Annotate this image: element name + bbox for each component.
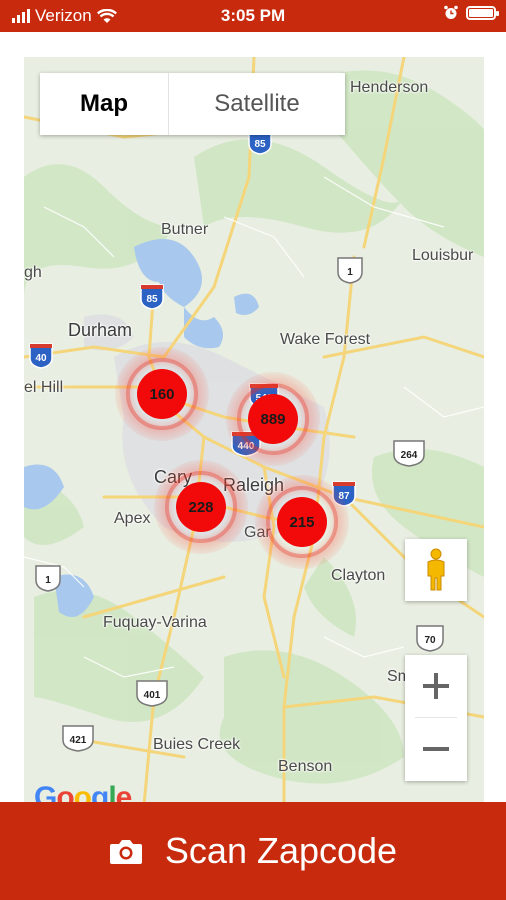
svg-text:40: 40 xyxy=(35,353,47,364)
place-chapel-hill: el Hill xyxy=(24,379,64,396)
place-benson: Benson xyxy=(278,758,333,775)
scan-zapcode-label: Scan Zapcode xyxy=(164,830,398,871)
alarm-icon xyxy=(444,5,458,19)
zoom-out-button[interactable] xyxy=(405,718,467,780)
minus-icon xyxy=(423,747,449,751)
cluster-889[interactable]: 889 xyxy=(226,372,320,466)
camera-icon xyxy=(109,840,142,864)
cluster-count: 228 xyxy=(176,482,226,532)
svg-text:264: 264 xyxy=(401,450,418,461)
us-264-shield: 264 xyxy=(393,440,425,467)
cluster-count: 215 xyxy=(277,497,327,547)
svg-text:1: 1 xyxy=(45,575,51,586)
place-clayton: Clayton xyxy=(331,567,386,584)
interstate-85-shield-2: 85 xyxy=(140,284,164,310)
status-time: 3:05 PM xyxy=(220,6,286,25)
us-401-shield: 401 xyxy=(136,680,168,707)
zoom-control xyxy=(405,655,467,781)
map-type-map-tab[interactable]: Map xyxy=(40,73,169,135)
cluster-count: 889 xyxy=(248,394,298,444)
battery-icon xyxy=(466,5,499,20)
us-421-shield: 421 xyxy=(62,725,94,752)
svg-text:1: 1 xyxy=(347,267,353,278)
map-view[interactable]: 85 85 40 540 440 xyxy=(24,57,484,805)
place-apex: Apex xyxy=(114,510,151,527)
cluster-160[interactable]: 160 xyxy=(115,347,209,441)
plus-icon xyxy=(423,673,449,699)
place-durham: Durham xyxy=(68,320,133,340)
svg-text:70: 70 xyxy=(424,635,436,646)
cluster-228[interactable]: 228 xyxy=(154,460,248,554)
scan-zapcode-button[interactable]: Scan Zapcode xyxy=(0,802,506,900)
place-louisburg: Louisbur xyxy=(412,247,474,264)
interstate-40-shield: 40 xyxy=(29,343,53,369)
place-gh: gh xyxy=(24,264,42,281)
street-view-pegman-button[interactable] xyxy=(405,539,467,601)
cluster-count: 160 xyxy=(137,369,187,419)
svg-text:401: 401 xyxy=(144,690,161,701)
svg-text:85: 85 xyxy=(146,294,158,305)
map-type-satellite-tab[interactable]: Satellite xyxy=(169,73,345,135)
place-henderson: Henderson xyxy=(350,79,429,96)
pegman-icon xyxy=(427,548,445,591)
zoom-in-button[interactable] xyxy=(405,655,467,717)
place-fuquay-varina: Fuquay-Varina xyxy=(103,614,207,631)
us-1-shield: 1 xyxy=(337,257,363,284)
svg-text:421: 421 xyxy=(70,735,87,746)
place-wake-forest: Wake Forest xyxy=(280,331,371,348)
status-bar: Verizon 3:05 PM xyxy=(0,0,506,32)
map-type-control: Map Satellite xyxy=(40,73,345,135)
us-70-shield: 70 xyxy=(416,625,444,652)
place-butner: Butner xyxy=(161,221,209,238)
cluster-215[interactable]: 215 xyxy=(255,475,349,569)
place-buies-creek: Buies Creek xyxy=(153,736,241,753)
svg-text:85: 85 xyxy=(254,139,266,150)
us-1-shield-2: 1 xyxy=(35,565,61,592)
